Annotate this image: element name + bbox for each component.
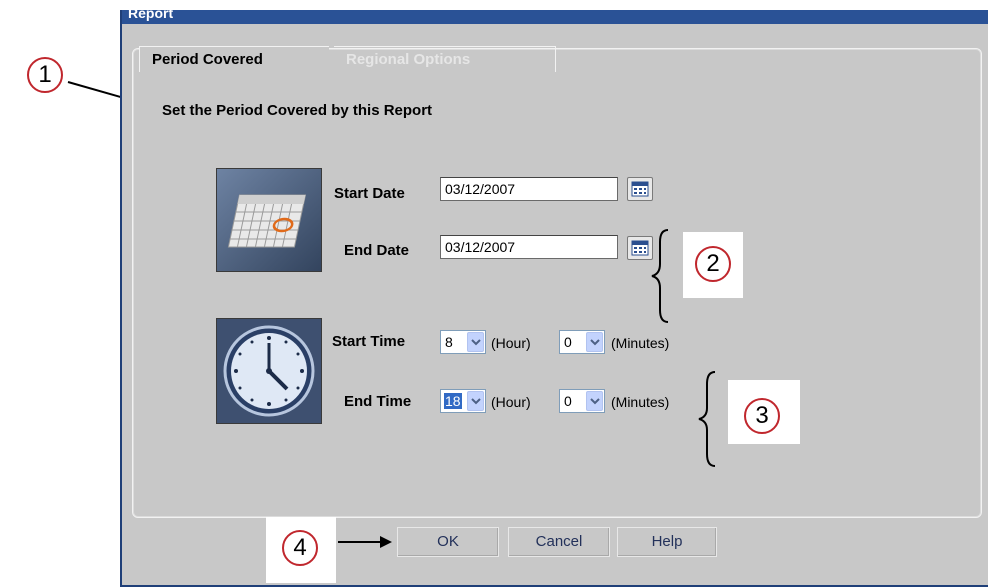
end-hour-value: 18: [444, 393, 462, 409]
chevron-down-icon[interactable]: [586, 391, 603, 411]
end-date-input[interactable]: [440, 235, 618, 259]
end-minutes-unit: (Minutes): [611, 394, 670, 410]
report-dialog: Report Period Covered Regional Options S…: [120, 10, 988, 587]
window-titlebar[interactable]: Report: [122, 10, 988, 24]
help-button[interactable]: Help: [617, 527, 717, 557]
start-date-calendar-button[interactable]: [627, 177, 653, 201]
chevron-down-icon[interactable]: [467, 391, 484, 411]
callout-2-bracket: [651, 229, 669, 323]
clock-illustration: [216, 318, 322, 424]
clock-picture-icon: [217, 319, 321, 423]
callout-2: 2: [695, 246, 731, 282]
callout-1: 1: [27, 57, 63, 93]
callout-4-arrow: [338, 536, 392, 548]
start-minutes-unit: (Minutes): [611, 335, 670, 351]
tab-regional-options[interactable]: Regional Options: [334, 46, 556, 72]
callout-3-bracket: [698, 371, 716, 467]
start-hour-value: 8: [445, 334, 453, 350]
start-time-label: Start Time: [332, 333, 406, 350]
end-hour-unit: (Hour): [491, 394, 531, 410]
start-date-label: Start Date: [334, 185, 405, 202]
window-title: Report: [128, 10, 174, 21]
calendar-picture-icon: [217, 169, 321, 271]
start-hour-unit: (Hour): [491, 335, 531, 351]
end-minutes-value: 0: [564, 393, 572, 409]
end-minutes-select[interactable]: 0: [559, 389, 605, 413]
calendar-icon: [631, 181, 649, 197]
cancel-button[interactable]: Cancel: [508, 527, 610, 557]
calendar-illustration: [216, 168, 322, 272]
end-time-label: End Time: [344, 393, 412, 410]
callout-3: 3: [744, 398, 780, 434]
start-minutes-select[interactable]: 0: [559, 330, 605, 354]
start-minutes-value: 0: [564, 334, 572, 350]
ok-button[interactable]: OK: [397, 527, 499, 557]
start-date-input[interactable]: [440, 177, 618, 201]
end-hour-select[interactable]: 18: [440, 389, 486, 413]
tab-period-covered[interactable]: Period Covered: [139, 46, 329, 72]
callout-4: 4: [282, 530, 318, 566]
start-hour-select[interactable]: 8: [440, 330, 486, 354]
chevron-down-icon[interactable]: [586, 332, 603, 352]
page-heading: Set the Period Covered by this Report: [162, 102, 433, 119]
chevron-down-icon[interactable]: [467, 332, 484, 352]
end-date-label: End Date: [344, 242, 410, 259]
